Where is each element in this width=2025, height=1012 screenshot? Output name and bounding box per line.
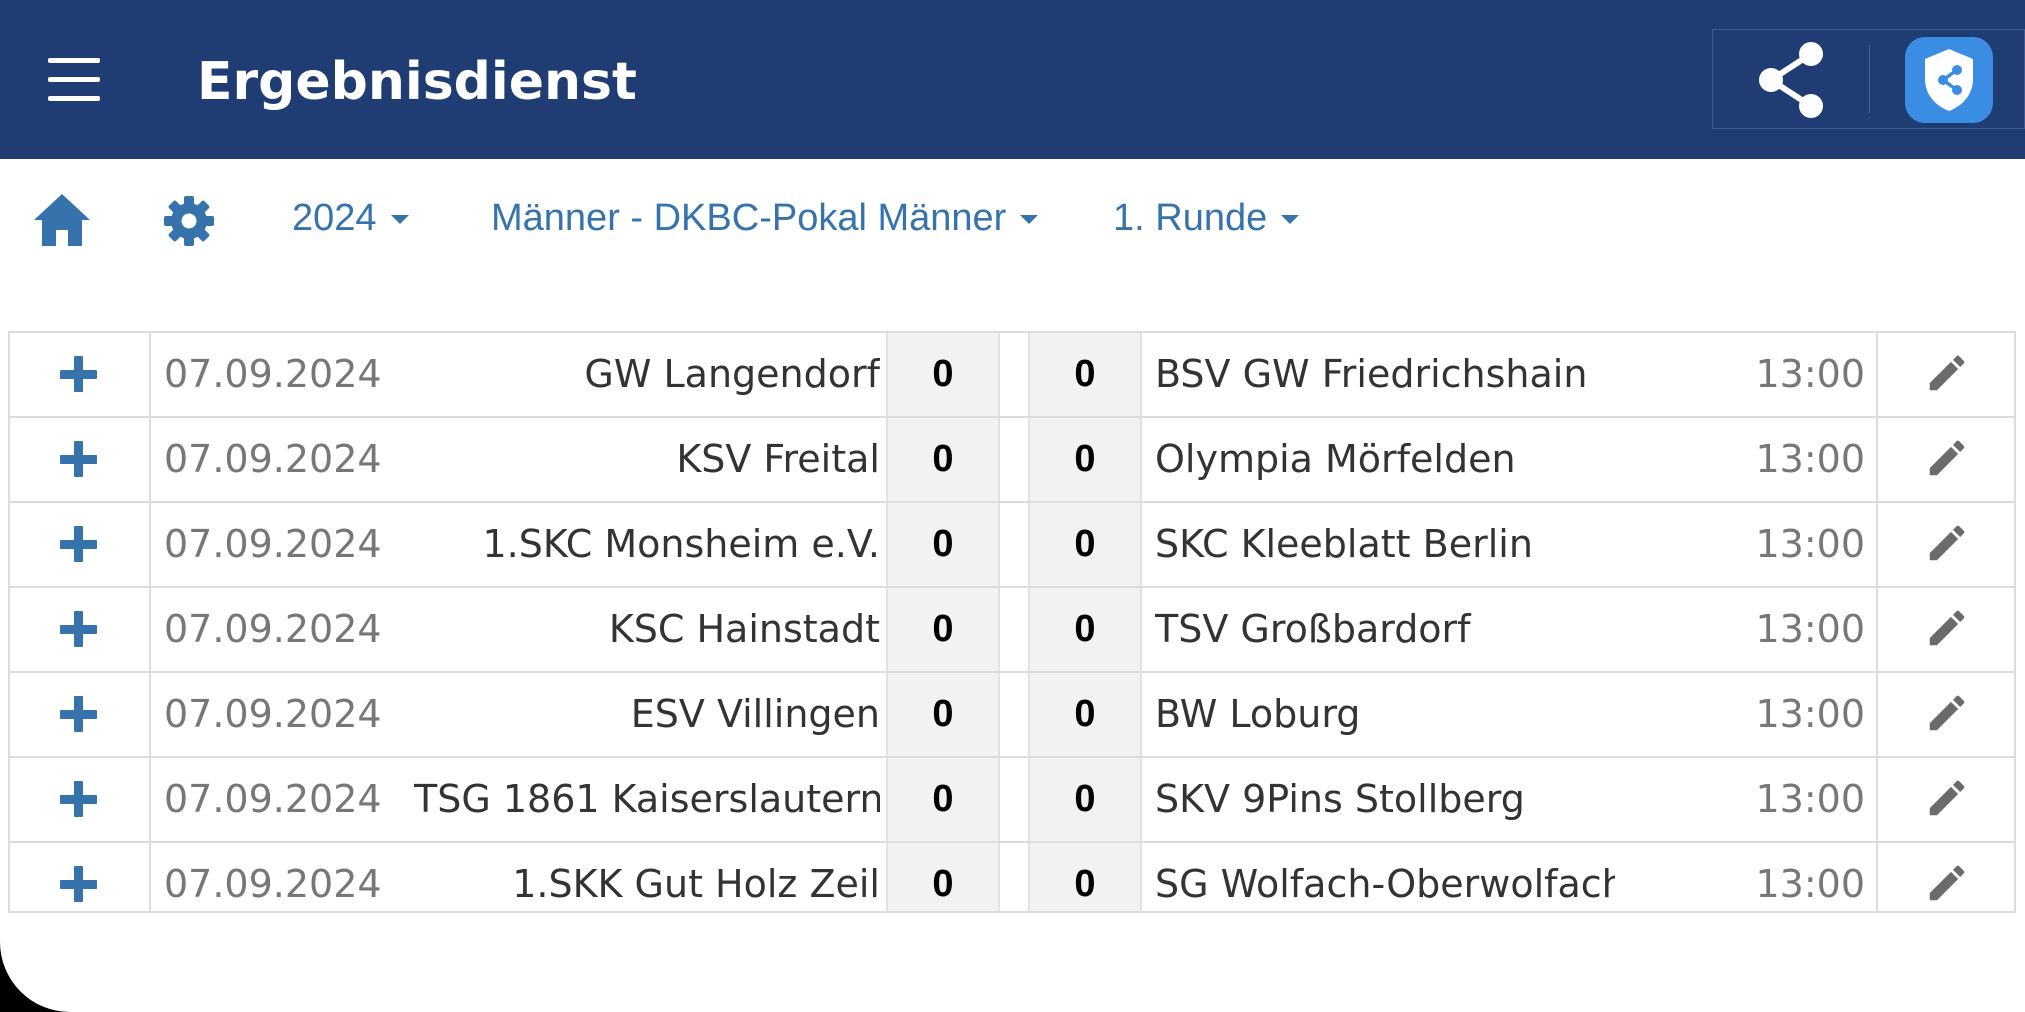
home-score: 0 (886, 418, 1000, 501)
match-date: 07.09.2024 (164, 607, 382, 651)
home-score: 0 (886, 843, 1000, 911)
home-team: ESV Villingen (630, 692, 880, 736)
home-team: TSG 1861 Kaiserslautern (414, 777, 880, 821)
match-table: 07.09.2024 GW Langendorf 0 0 BSV GW Friedric… (8, 331, 2016, 913)
chevron-down-icon (1020, 215, 1039, 225)
guest-score: 0 (1028, 843, 1142, 911)
score-separator (1000, 843, 1028, 911)
round-value: 1. Runde (1113, 197, 1268, 239)
match-date: 07.09.2024 (164, 777, 382, 821)
table-row: 07.09.2024 GW Langendorf 0 0 BSV GW Friedric… (10, 333, 2014, 418)
app-bar: Ergebnisdienst (0, 0, 2025, 159)
home-icon[interactable] (32, 192, 92, 248)
table-row: 07.09.2024 ESV Villingen 0 0 BW Loburg 13:00 (10, 673, 2014, 758)
edit-pencil-icon[interactable] (1876, 588, 2014, 671)
edit-pencil-icon[interactable] (1876, 503, 2014, 586)
expand-plus-icon[interactable] (10, 758, 151, 841)
competition-dropdown[interactable]: Männer - DKBC-Pokal Männer (491, 193, 1039, 243)
edit-pencil-icon[interactable] (1876, 418, 2014, 501)
match-time: 13:00 (1755, 437, 1865, 481)
table-row: 07.09.2024 1.SKK Gut Holz Zeil 0 0 SG Wolfac… (10, 843, 2014, 911)
home-team: 1.SKC Monsheim e.V. (482, 522, 881, 566)
edit-pencil-icon[interactable] (1876, 758, 2014, 841)
match-date: 07.09.2024 (164, 862, 382, 906)
chevron-down-icon (1281, 215, 1300, 225)
guest-score: 0 (1028, 758, 1142, 841)
match-date: 07.09.2024 (164, 352, 382, 396)
match-time: 13:00 (1755, 607, 1865, 651)
edit-pencil-icon[interactable] (1876, 843, 2014, 911)
guest-team: BSV GW Friedrichshain (1155, 352, 1588, 396)
home-score: 0 (886, 333, 1000, 416)
expand-plus-icon[interactable] (10, 418, 151, 501)
score-separator (1000, 503, 1028, 586)
home-team: GW Langendorf (584, 352, 880, 396)
home-score: 0 (886, 673, 1000, 756)
table-row: 07.09.2024 TSG 1861 Kaiserslautern 0 0 SKV 9… (10, 758, 2014, 843)
score-separator (1000, 758, 1028, 841)
round-dropdown[interactable]: 1. Runde (1113, 193, 1300, 243)
expand-plus-icon[interactable] (10, 333, 151, 416)
hamburger-menu-icon[interactable] (44, 58, 104, 102)
home-team: KSV Freital (676, 437, 880, 481)
match-time: 13:00 (1755, 862, 1865, 906)
score-separator (1000, 673, 1028, 756)
guest-team: Olympia Mörfelden (1155, 437, 1516, 481)
guest-team: SG Wolfach-Oberwolfach (1155, 862, 1615, 906)
home-score: 0 (886, 758, 1000, 841)
score-separator (1000, 588, 1028, 671)
score-separator (1000, 418, 1028, 501)
expand-plus-icon[interactable] (10, 673, 151, 756)
app-title: Ergebnisdienst (197, 52, 637, 112)
gear-icon[interactable] (163, 195, 215, 247)
chevron-down-icon (390, 215, 409, 225)
match-time: 13:00 (1755, 352, 1865, 396)
table-row: 07.09.2024 KSV Freital 0 0 Olympia Mörfelden… (10, 418, 2014, 503)
guest-team: SKC Kleeblatt Berlin (1155, 522, 1533, 566)
guest-score: 0 (1028, 588, 1142, 671)
edit-pencil-icon[interactable] (1876, 333, 2014, 416)
guest-team: SKV 9Pins Stollberg (1155, 777, 1525, 821)
match-date: 07.09.2024 (164, 692, 382, 736)
competition-value: Männer - DKBC-Pokal Männer (491, 197, 1007, 239)
home-score: 0 (886, 503, 1000, 586)
home-score: 0 (886, 588, 1000, 671)
guest-score: 0 (1028, 503, 1142, 586)
expand-plus-icon[interactable] (10, 588, 151, 671)
home-team: 1.SKK Gut Holz Zeil (512, 862, 880, 906)
season-dropdown[interactable]: 2024 (292, 193, 409, 243)
guest-team: BW Loburg (1155, 692, 1361, 736)
shield-share-icon[interactable] (1905, 37, 1993, 123)
score-separator (1000, 333, 1028, 416)
guest-score: 0 (1028, 333, 1142, 416)
share-icon[interactable] (1753, 40, 1829, 120)
match-date: 07.09.2024 (164, 437, 382, 481)
table-row: 07.09.2024 1.SKC Monsheim e.V. 0 0 SKC Kleeb… (10, 503, 2014, 588)
guest-score: 0 (1028, 418, 1142, 501)
season-value: 2024 (292, 197, 377, 239)
table-row: 07.09.2024 KSC Hainstadt 0 0 TSV Großbardorf… (10, 588, 2014, 673)
guest-score: 0 (1028, 673, 1142, 756)
filter-bar: 2024 Männer - DKBC-Pokal Männer 1. Runde (0, 159, 2025, 279)
action-divider (1869, 45, 1870, 113)
match-time: 13:00 (1755, 522, 1865, 566)
expand-plus-icon[interactable] (10, 843, 151, 911)
match-time: 13:00 (1755, 777, 1865, 821)
edit-pencil-icon[interactable] (1876, 673, 2014, 756)
match-date: 07.09.2024 (164, 522, 382, 566)
match-time: 13:00 (1755, 692, 1865, 736)
expand-plus-icon[interactable] (10, 503, 151, 586)
guest-team: TSV Großbardorf (1155, 607, 1471, 651)
home-team: KSC Hainstadt (608, 607, 880, 651)
page: Ergebnisdienst 2024 Männer - DKBC-Pokal … (0, 0, 2025, 1012)
